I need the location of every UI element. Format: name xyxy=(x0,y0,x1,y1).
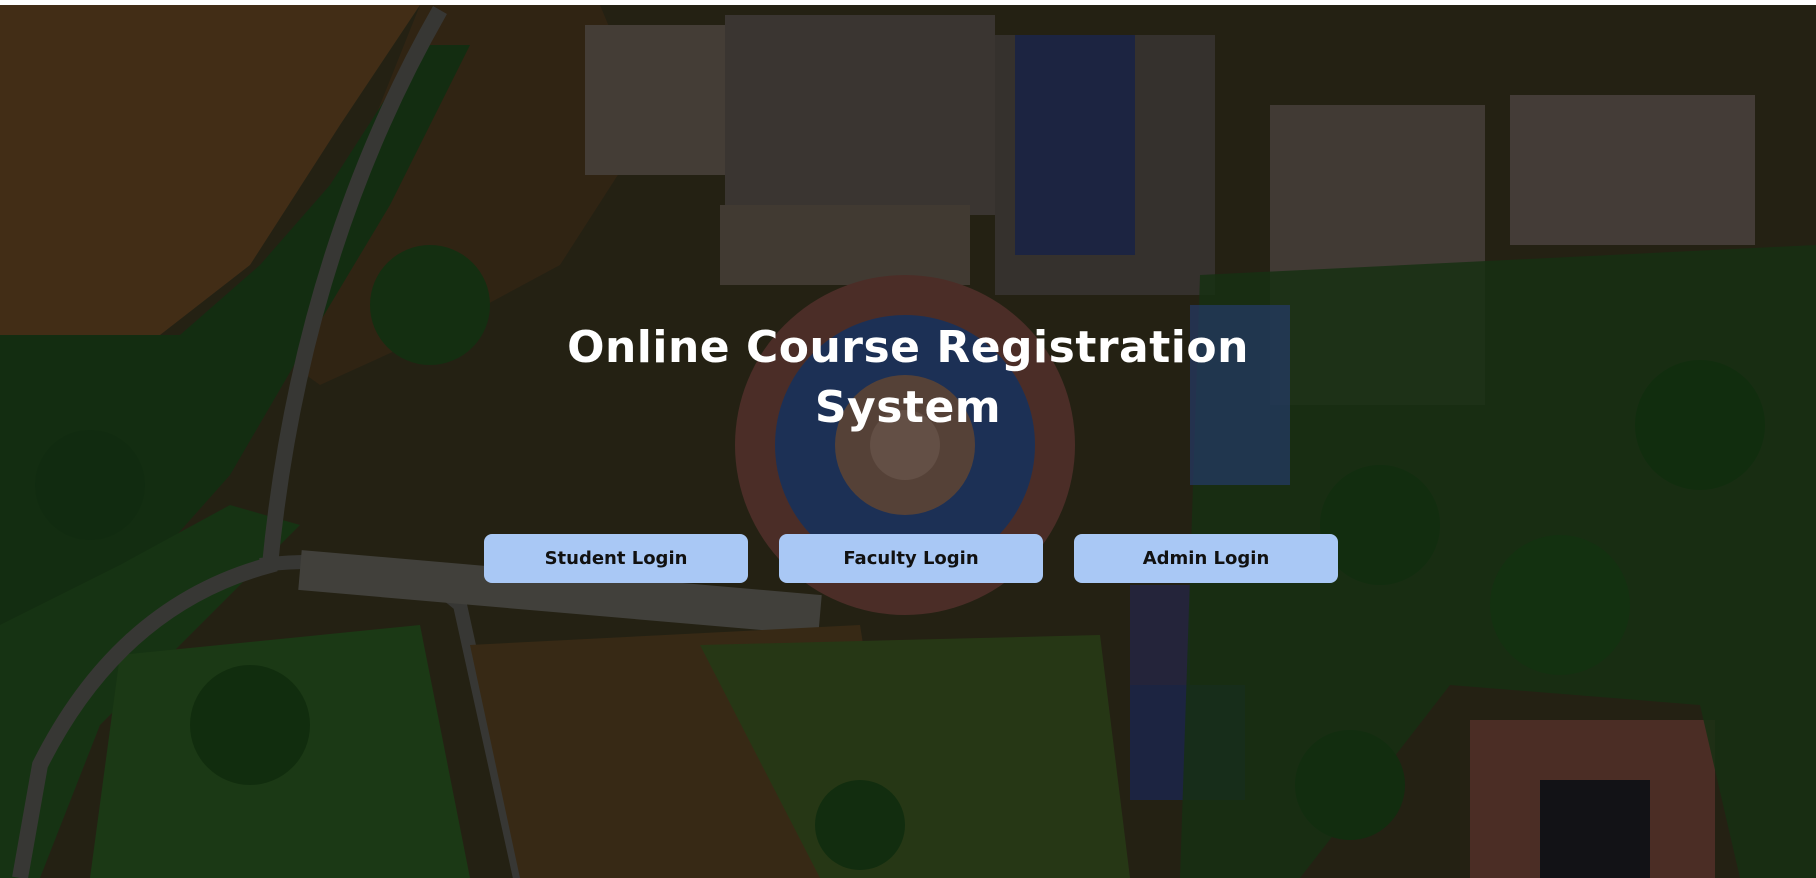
admin-login-button[interactable]: Admin Login xyxy=(1074,534,1338,583)
page-title-line-1: Online Course Registration xyxy=(567,322,1249,373)
page-title-line-2: System xyxy=(814,382,1002,433)
dark-overlay xyxy=(0,5,1816,878)
student-login-button[interactable]: Student Login xyxy=(484,534,748,583)
faculty-login-button[interactable]: Faculty Login xyxy=(779,534,1043,583)
hero-section xyxy=(0,5,1816,878)
page-title: Online Course Registration System xyxy=(0,318,1816,438)
